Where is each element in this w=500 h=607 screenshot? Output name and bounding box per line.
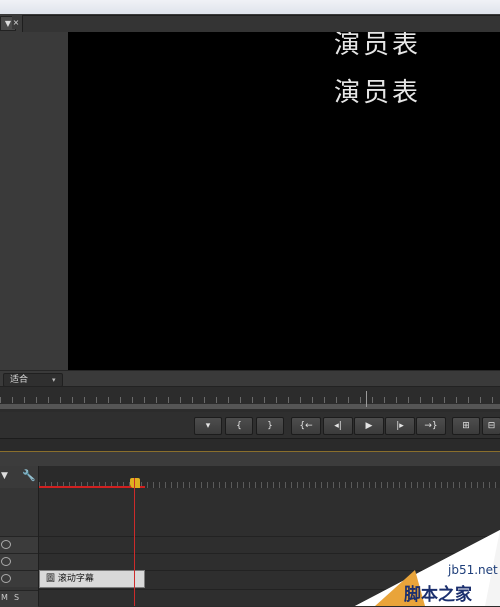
play-button[interactable]: ▶: [354, 417, 384, 435]
credits-title-line-1: 演员表: [334, 32, 422, 60]
track-header: [0, 553, 38, 570]
lift-icon: ⊞: [462, 421, 470, 431]
timeline-playhead-line[interactable]: [134, 478, 135, 606]
watermark-url: jb51.net: [448, 563, 498, 577]
clip-label: 圖 滚动字幕: [46, 574, 94, 584]
lift-button[interactable]: ⊞: [452, 417, 480, 435]
mark-in-icon: {: [236, 421, 242, 431]
go-to-in-button[interactable]: {←: [291, 417, 321, 435]
zoom-scroll-track[interactable]: [0, 404, 500, 409]
panel-close-button[interactable]: ×: [12, 16, 20, 29]
solo-toggle[interactable]: S: [14, 593, 19, 602]
wrench-icon[interactable]: 🔧: [22, 469, 36, 482]
add-marker-button[interactable]: ▾: [194, 417, 222, 435]
mark-out-icon: }: [267, 421, 273, 431]
ruler-ticks: [0, 397, 500, 403]
playhead-handle[interactable]: [130, 478, 140, 488]
track-header: [0, 570, 38, 587]
credits-title-line-2: 演员表: [334, 78, 422, 108]
extract-button[interactable]: ⊟: [482, 417, 500, 435]
window-top-strip: [0, 0, 500, 15]
watermark-name: 脚本之家: [404, 585, 472, 605]
title-clip-icon: 圖: [46, 574, 56, 584]
timeline-tools: ▼ 🔧: [0, 466, 39, 488]
mute-toggle[interactable]: M: [1, 593, 8, 602]
eye-icon[interactable]: [1, 540, 11, 549]
zoom-level-select[interactable]: 适合 ▾: [3, 373, 63, 387]
extract-icon: ⊟: [487, 421, 496, 431]
track-header: [0, 536, 38, 553]
step-back-icon: ◂|: [334, 421, 342, 431]
step-forward-icon: |▸: [396, 421, 404, 431]
eye-icon[interactable]: [1, 574, 11, 583]
close-icon: ×: [12, 18, 20, 27]
program-monitor-tab[interactable]: [22, 15, 500, 32]
zoom-row: 适合 ▾: [0, 370, 500, 387]
play-icon: ▶: [365, 421, 373, 431]
timeline-tab-row: [0, 452, 500, 466]
chevron-down-icon: ▼: [4, 19, 12, 28]
track-headers: M S: [0, 488, 39, 607]
title-clip[interactable]: 圖 滚动字幕: [39, 570, 145, 588]
transport-controls: ▾ { } {← ◂| ▶ |▸ →} ⊞ ⊟: [0, 412, 500, 438]
go-to-out-button[interactable]: →}: [416, 417, 446, 435]
panel-tab-row: ▼ ×: [0, 14, 500, 33]
go-to-in-icon: {←: [299, 421, 313, 431]
go-to-out-icon: →}: [424, 421, 438, 431]
eye-icon[interactable]: [1, 557, 11, 566]
audio-track-header: M S: [0, 590, 38, 607]
step-forward-button[interactable]: |▸: [385, 417, 415, 435]
mark-in-button[interactable]: {: [225, 417, 253, 435]
step-back-button[interactable]: ◂|: [323, 417, 353, 435]
panel-gap: [0, 439, 500, 451]
mark-out-button[interactable]: }: [256, 417, 284, 435]
marker-icon[interactable]: ▼: [1, 471, 8, 481]
program-monitor-preview[interactable]: 演员表 演员表: [68, 32, 500, 370]
zoom-level-label: 适合: [10, 375, 29, 385]
marker-icon: ▾: [205, 421, 211, 431]
left-panel: [0, 32, 68, 370]
monitor-time-ruler[interactable]: [0, 386, 500, 413]
timeline-time-ruler[interactable]: [39, 466, 500, 488]
monitor-playhead[interactable]: [366, 391, 367, 407]
chevron-down-icon: ▾: [52, 376, 56, 384]
